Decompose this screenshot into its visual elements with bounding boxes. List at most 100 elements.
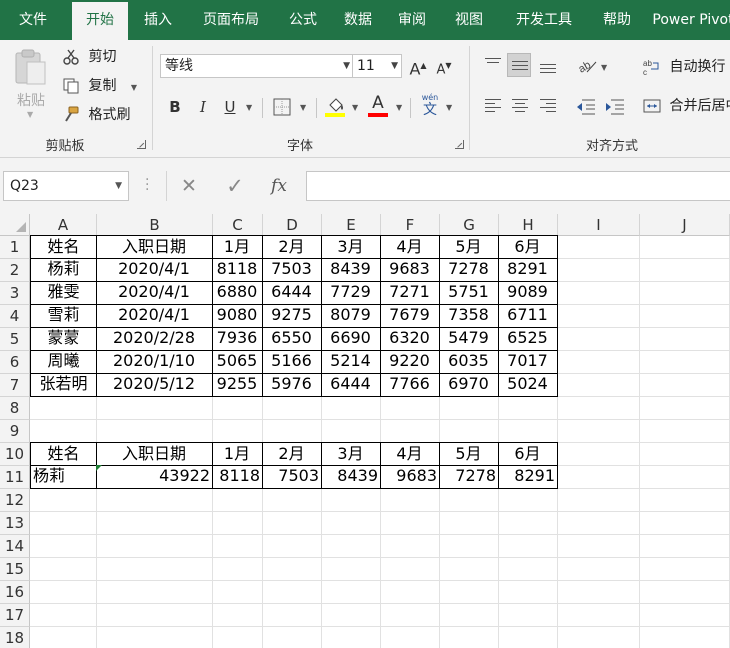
cell[interactable]: 7358 — [439, 304, 499, 328]
formula-input[interactable] — [306, 171, 730, 201]
row-header[interactable]: 11 — [0, 466, 30, 489]
chevron-down-icon[interactable]: ▼ — [446, 103, 452, 112]
cell[interactable]: 雪莉 — [30, 304, 97, 328]
phonetic-button[interactable]: wén 文 — [420, 93, 440, 119]
increase-indent-icon[interactable] — [605, 98, 625, 116]
bold-button[interactable]: B — [164, 96, 186, 118]
row-header[interactable]: 14 — [0, 535, 30, 558]
cell[interactable]: 姓名 — [30, 442, 97, 466]
row-header[interactable]: 13 — [0, 512, 30, 535]
font-launcher-icon[interactable] — [455, 140, 464, 149]
cell[interactable]: 姓名 — [30, 235, 97, 259]
cell[interactable]: 9683 — [380, 465, 440, 489]
borders-icon[interactable] — [273, 98, 291, 116]
cell[interactable]: 5月 — [439, 235, 499, 259]
cell[interactable]: 6月 — [498, 235, 558, 259]
column-header[interactable]: C — [213, 214, 263, 236]
cell[interactable]: 9255 — [212, 373, 263, 397]
row-header[interactable]: 7 — [0, 374, 30, 397]
row-header[interactable]: 12 — [0, 489, 30, 512]
cell[interactable]: 43922 — [96, 465, 213, 489]
cell[interactable]: 9080 — [212, 304, 263, 328]
cell[interactable]: 5214 — [321, 350, 381, 374]
cell[interactable]: 6035 — [439, 350, 499, 374]
cell[interactable]: 入职日期 — [96, 442, 213, 466]
cell[interactable]: 5976 — [262, 373, 322, 397]
cell[interactable]: 6444 — [321, 373, 381, 397]
cell[interactable]: 5月 — [439, 442, 499, 466]
cell[interactable]: 2020/4/1 — [96, 258, 213, 282]
tab-10[interactable]: Power Pivot — [648, 0, 730, 40]
font-color-button[interactable]: A — [367, 93, 389, 119]
tab-6[interactable]: 审阅 — [387, 0, 437, 40]
cell[interactable]: 7278 — [439, 465, 499, 489]
tab-5[interactable]: 数据 — [333, 0, 383, 40]
italic-button[interactable]: I — [192, 96, 214, 118]
cancel-icon[interactable]: ✕ — [176, 171, 202, 201]
format-painter-button[interactable]: 格式刷 — [62, 104, 130, 126]
clipboard-launcher-icon[interactable] — [137, 140, 146, 149]
cell[interactable]: 4月 — [380, 235, 440, 259]
cell[interactable]: 6711 — [498, 304, 558, 328]
worksheet-grid[interactable]: A B C D E F G H I J 1 2 3 4 5 6 7 8 9 10 11 12 13 14 15 16 17 18 姓名入… — [0, 214, 730, 648]
cell[interactable]: 6550 — [262, 327, 322, 351]
cell[interactable]: 4月 — [380, 442, 440, 466]
cell[interactable]: 9683 — [380, 258, 440, 282]
grow-font-button[interactable]: A▲ — [407, 55, 429, 78]
column-header[interactable]: G — [440, 214, 499, 236]
cell[interactable]: 8291 — [498, 465, 558, 489]
cell[interactable]: 2020/4/1 — [96, 281, 213, 305]
select-all-button[interactable] — [0, 214, 30, 236]
underline-button[interactable]: U — [219, 96, 241, 118]
cell[interactable]: 3月 — [321, 235, 381, 259]
cell[interactable]: 7278 — [439, 258, 499, 282]
chevron-down-icon[interactable]: ▼ — [246, 103, 252, 112]
column-header[interactable]: H — [499, 214, 558, 236]
row-header[interactable]: 5 — [0, 328, 30, 351]
shrink-font-button[interactable]: A▼ — [433, 55, 455, 77]
row-header[interactable]: 1 — [0, 236, 30, 259]
cell[interactable]: 8439 — [321, 465, 381, 489]
tab-9[interactable]: 帮助 — [590, 0, 644, 40]
cell[interactable]: 6970 — [439, 373, 499, 397]
column-header[interactable]: E — [322, 214, 381, 236]
cell[interactable]: 8118 — [212, 465, 263, 489]
cell[interactable]: 5751 — [439, 281, 499, 305]
cell[interactable]: 雅雯 — [30, 281, 97, 305]
cell[interactable]: 杨莉 — [30, 258, 97, 282]
cell[interactable]: 6690 — [321, 327, 381, 351]
chevron-down-icon[interactable]: ▼ — [601, 63, 607, 72]
copy-button[interactable]: 复制 ▼ — [62, 75, 137, 97]
cell[interactable]: 7503 — [262, 258, 322, 282]
row-header[interactable]: 8 — [0, 397, 30, 420]
tab-3[interactable]: 页面布局 — [190, 0, 272, 40]
cell[interactable]: 9220 — [380, 350, 440, 374]
cell[interactable]: 8439 — [321, 258, 381, 282]
cell[interactable]: 6880 — [212, 281, 263, 305]
cell[interactable]: 杨莉 — [30, 465, 97, 489]
align-bottom-button[interactable] — [536, 53, 560, 77]
cell[interactable]: 周曦 — [30, 350, 97, 374]
enter-icon[interactable]: ✓ — [220, 171, 250, 201]
chevron-down-icon[interactable]: ▼ — [300, 103, 306, 112]
cell[interactable]: 1月 — [212, 442, 263, 466]
cell[interactable]: 2020/1/10 — [96, 350, 213, 374]
cell[interactable]: 6320 — [380, 327, 440, 351]
cell[interactable]: 2020/5/12 — [96, 373, 213, 397]
row-header[interactable]: 17 — [0, 604, 30, 627]
cell[interactable]: 入职日期 — [96, 235, 213, 259]
row-header[interactable]: 2 — [0, 259, 30, 282]
cell[interactable]: 8079 — [321, 304, 381, 328]
cell[interactable]: 1月 — [212, 235, 263, 259]
decrease-indent-icon[interactable] — [576, 98, 596, 116]
row-header[interactable]: 18 — [0, 627, 30, 648]
cell[interactable]: 9089 — [498, 281, 558, 305]
cell[interactable]: 2020/2/28 — [96, 327, 213, 351]
insert-function-icon[interactable]: fx — [266, 171, 292, 201]
align-center-button[interactable] — [508, 94, 532, 118]
cell[interactable]: 8291 — [498, 258, 558, 282]
cell[interactable]: 2月 — [262, 235, 322, 259]
wrap-text-button[interactable]: ab c 自动换行 — [643, 56, 725, 78]
column-header[interactable]: D — [263, 214, 322, 236]
chevron-down-icon[interactable]: ▼ — [352, 103, 358, 112]
